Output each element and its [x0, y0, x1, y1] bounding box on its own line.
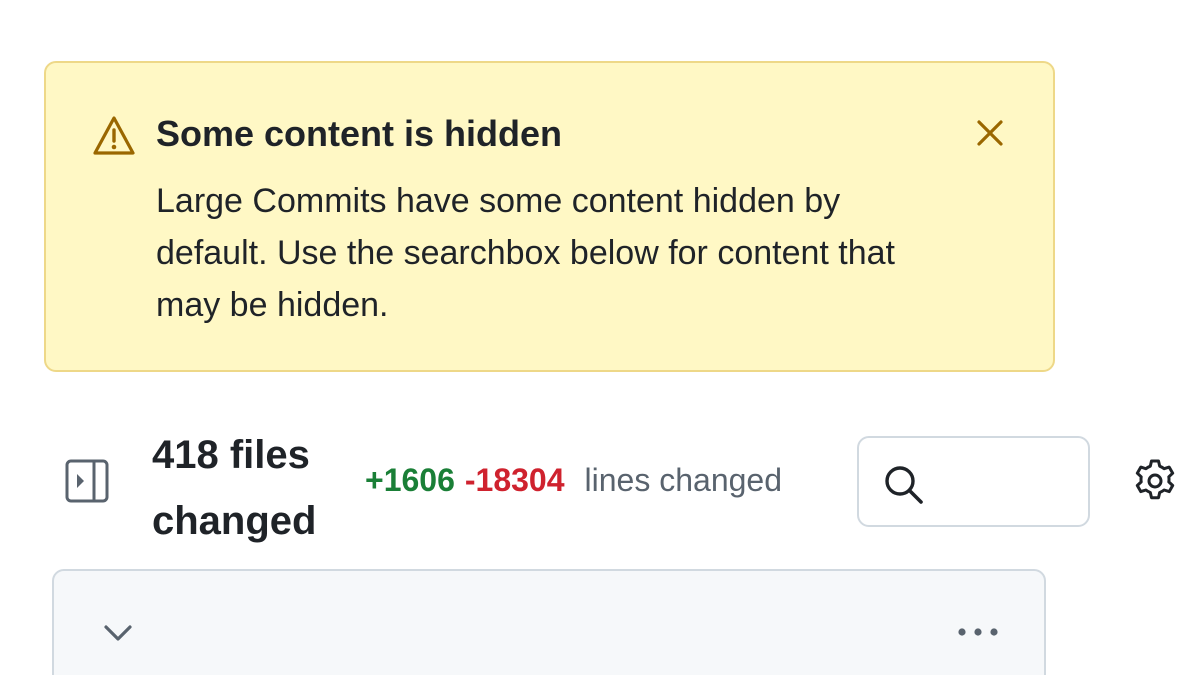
- file-diff-header: [52, 569, 1046, 675]
- deletions-count: -18304: [464, 462, 565, 498]
- file-search-box[interactable]: [857, 436, 1090, 527]
- search-icon: [885, 466, 923, 504]
- search-input[interactable]: [935, 458, 1075, 506]
- sidebar-expand-icon[interactable]: [64, 458, 110, 504]
- diff-stats: +1606 -18304 lines changed: [365, 462, 782, 499]
- dismiss-banner-button[interactable]: [970, 113, 1010, 153]
- kebab-horizontal-icon[interactable]: [954, 619, 1002, 645]
- commit-diff-page: Some content is hidden Large Commits hav…: [0, 0, 1200, 675]
- gear-icon[interactable]: [1132, 458, 1178, 504]
- banner-message: Large Commits have some content hidden b…: [156, 182, 896, 324]
- alert-triangle-icon: [93, 116, 135, 155]
- chevron-down-icon[interactable]: [100, 615, 136, 651]
- files-changed-count: 418 files changed: [152, 433, 317, 543]
- banner-title: Some content is hidden: [156, 113, 563, 154]
- close-icon: [977, 120, 1003, 146]
- hidden-content-warning-banner: Some content is hidden Large Commits hav…: [44, 61, 1055, 372]
- additions-count: +1606: [365, 462, 455, 498]
- lines-changed-label: lines changed: [584, 462, 782, 498]
